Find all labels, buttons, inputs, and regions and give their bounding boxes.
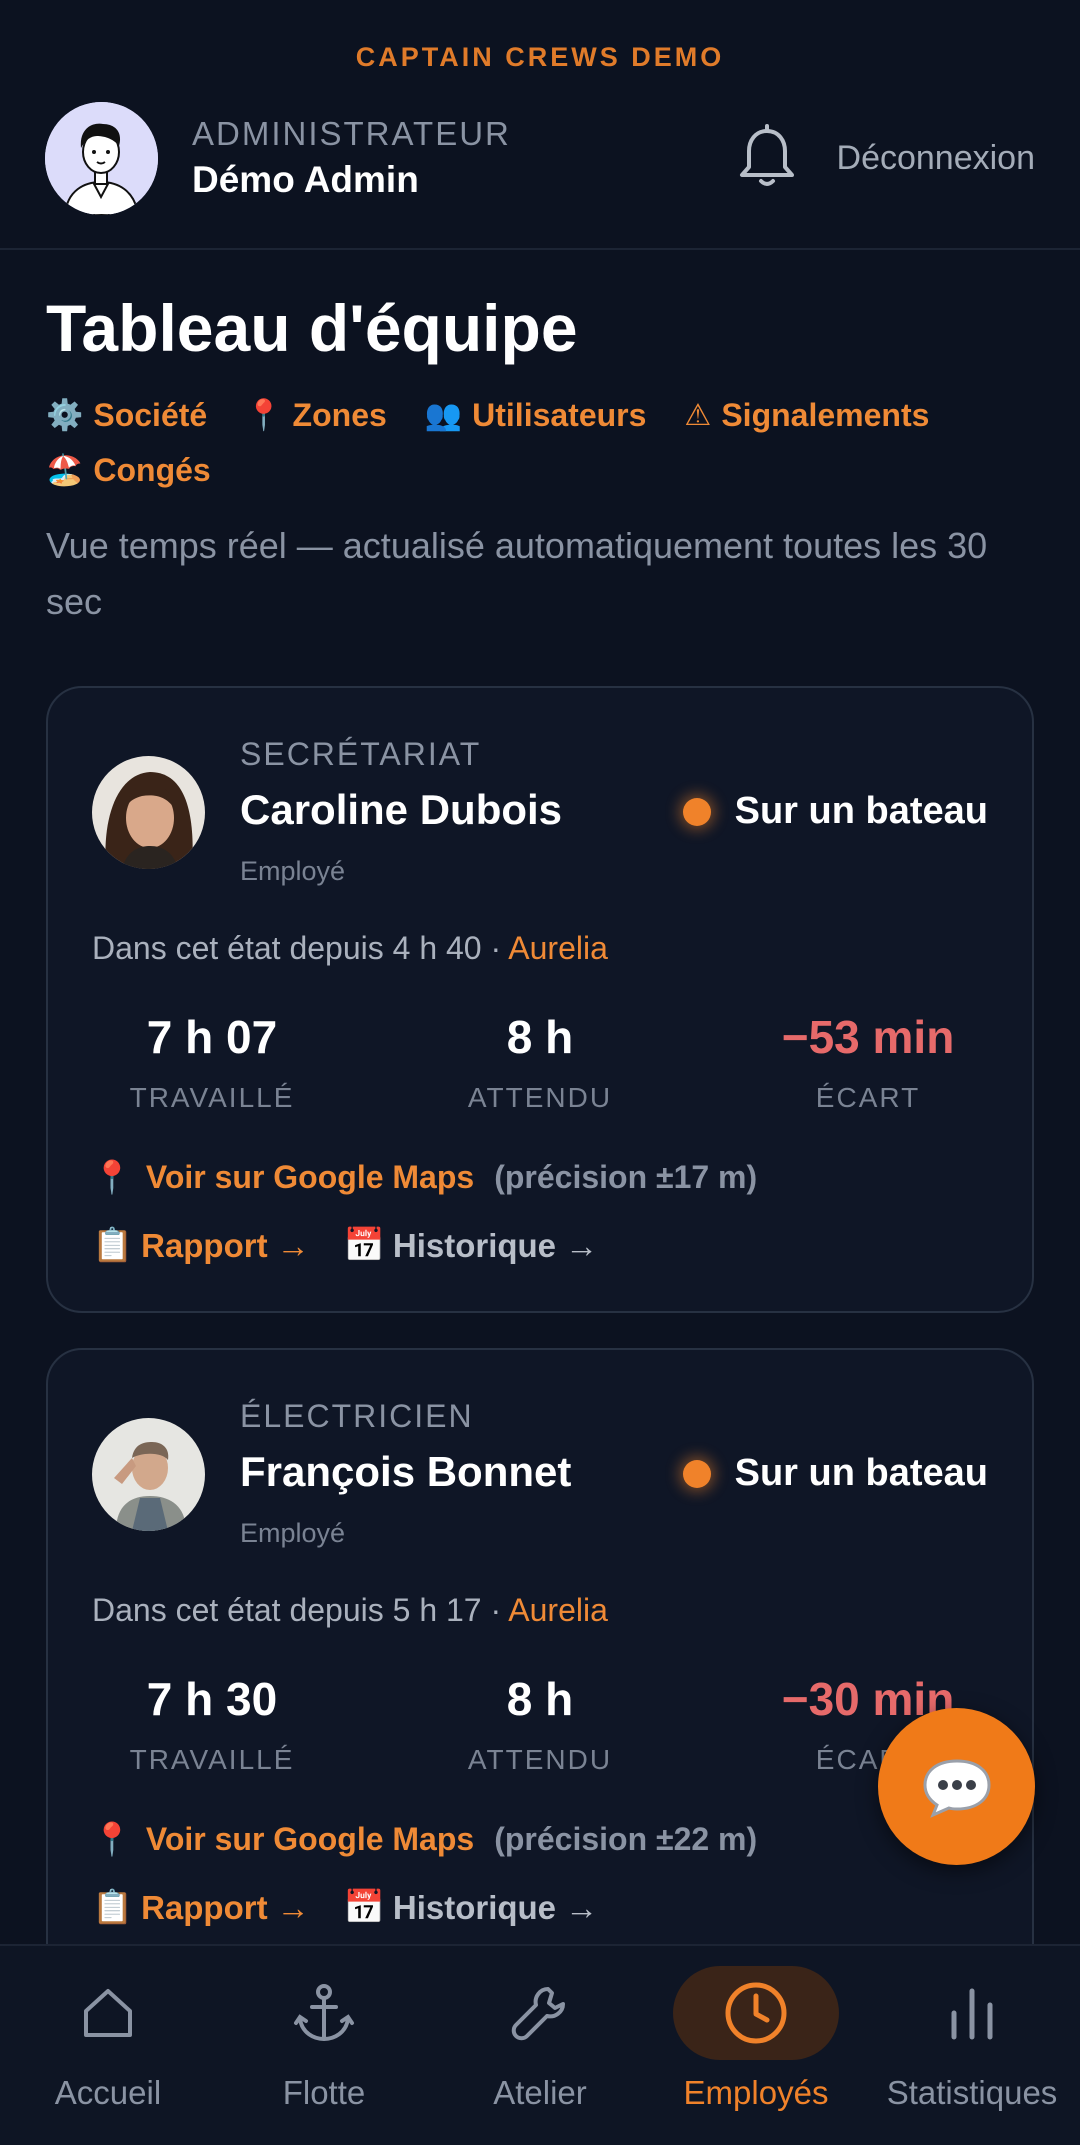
boat-link[interactable]: Aurelia [508,1592,608,1628]
calendar-icon: 📅 [343,1888,385,1925]
admin-links: ⚙️ Société 📍 Zones 👥 Utilisateurs ⚠ Signalem… [46,397,1046,489]
employee-name[interactable]: Caroline Dubois [240,786,562,834]
bar-chart-icon [951,1988,993,2040]
avatar[interactable] [92,1418,205,1531]
status-since: Dans cet état depuis 4 h 40 · Aurelia [92,930,608,966]
maps-row: 📍 Voir sur Google Maps (précision ±17 m) [92,1158,757,1196]
employee-job: SECRÉTARIAT [240,736,482,772]
employee-photo [92,1418,205,1531]
calendar-icon: 📅 [343,1226,385,1263]
nav-atelier[interactable]: Atelier [432,1946,648,2145]
employee-name[interactable]: François Bonnet [240,1448,571,1496]
status-badge: Sur un bateau [682,1452,988,1495]
users-icon: 👥 [424,399,463,432]
status-dot [682,797,711,826]
stat-expected: 8 h ATTENDU [467,1673,613,1775]
app-label: CAPTAIN CREWS DEMO [355,42,725,72]
boat-link[interactable]: Aurelia [508,930,608,966]
status-since: Dans cet état depuis 5 h 17 · Aurelia [92,1592,608,1628]
pin-icon: 📍 [245,399,283,432]
employee-photo [92,756,205,869]
warning-icon: ⚠ [684,399,712,432]
time-stats: 7 h 07 TRAVAILLÉ 8 h ATTENDU −53 min ÉCA… [48,1010,1032,1114]
employee-role: Employé [240,1518,346,1548]
beach-icon: 🏖️ [46,454,84,487]
admin-avatar-illustration [45,101,158,215]
report-link[interactable]: 📋 Rapport → [92,1888,310,1927]
avatar[interactable] [92,756,205,869]
stat-worked: 7 h 30 TRAVAILLÉ [129,1673,295,1775]
clock-icon [725,1982,787,2044]
employee-job: ÉLECTRICIEN [240,1398,474,1434]
divider [0,248,1080,250]
clipboard-icon: 📋 [92,1888,134,1925]
nav-employes[interactable]: Employés [648,1946,864,2145]
status-badge: Sur un bateau [682,790,988,833]
card-actions: 📋 Rapport → 📅 Historique → [92,1226,598,1265]
pin-icon: 📍 [92,1159,132,1195]
nav-accueil[interactable]: Accueil [0,1946,216,2145]
avatar[interactable] [45,101,158,215]
gps-precision: (précision ±22 m) [494,1820,758,1857]
link-conges[interactable]: 🏖️ Congés [46,452,211,489]
stat-gap: −53 min ÉCART [781,1011,955,1113]
stat-worked: 7 h 07 TRAVAILLÉ [129,1011,295,1113]
gps-precision: (précision ±17 m) [494,1158,758,1195]
chat-button[interactable] [878,1708,1035,1865]
gear-icon: ⚙️ [46,399,84,432]
employee-card: ÉLECTRICIEN François Bonnet Employé Sur … [46,1348,1034,2028]
page-title: Tableau d'équipe [46,291,578,365]
link-utilisateurs[interactable]: 👥 Utilisateurs [425,397,647,434]
logout-button[interactable]: Déconnexion [837,139,1035,178]
history-link[interactable]: 📅 Historique → [344,1226,598,1265]
card-actions: 📋 Rapport → 📅 Historique → [92,1888,598,1927]
link-zones[interactable]: 📍 Zones [245,397,387,434]
google-maps-link[interactable]: Voir sur Google Maps [146,1159,474,1196]
link-societe[interactable]: ⚙️ Société [46,397,207,434]
clipboard-icon: 📋 [92,1226,134,1263]
history-link[interactable]: 📅 Historique → [344,1888,598,1927]
bottom-nav: Accueil Flotte Atelier Employés Statisti… [0,1944,1080,2145]
employee-card: SECRÉTARIAT Caroline Dubois Employé Sur … [46,686,1034,1313]
report-link[interactable]: 📋 Rapport → [92,1226,310,1265]
maps-row: 📍 Voir sur Google Maps (précision ±22 m) [92,1820,757,1858]
header: ADMINISTRATEUR Démo Admin Déconnexion [45,100,1035,216]
user-name: Démo Admin [192,159,419,200]
user-role: ADMINISTRATEUR [192,115,511,152]
employee-role: Employé [240,856,346,886]
link-signalements[interactable]: ⚠ Signalements [684,397,929,434]
status-dot [682,1459,711,1488]
nav-flotte[interactable]: Flotte [216,1946,432,2145]
home-icon [84,1989,132,2037]
pin-icon: 📍 [92,1821,132,1857]
nav-statistiques[interactable]: Statistiques [864,1946,1080,2145]
page-subtitle: Vue temps réel — actualisé automatiqueme… [46,525,988,622]
bell-icon[interactable] [735,123,799,193]
google-maps-link[interactable]: Voir sur Google Maps [146,1821,474,1858]
wrench-icon [511,1987,565,2041]
chat-bubble-icon [922,1758,991,1818]
stat-expected: 8 h ATTENDU [467,1011,613,1113]
anchor-icon [294,1984,354,2042]
